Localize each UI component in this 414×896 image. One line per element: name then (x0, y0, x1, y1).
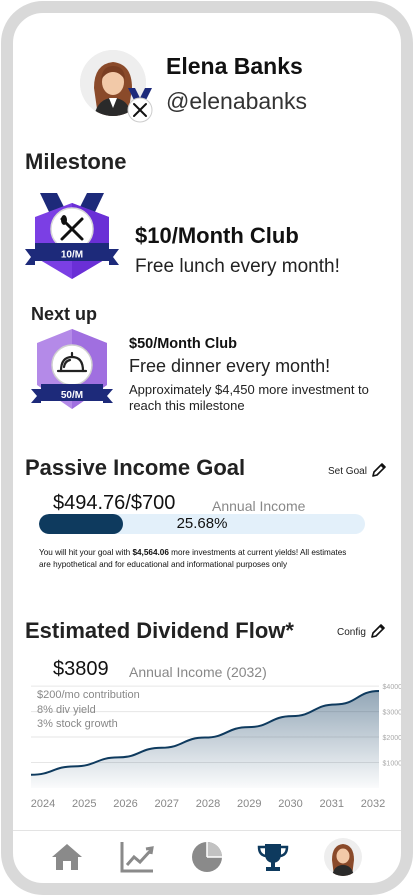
screen: Elena Banks @elenabanks Milestone 10/M $… (13, 13, 401, 883)
goal-amount: $494.76/$700 (53, 492, 176, 514)
y-tick-label: $2000 (383, 735, 401, 742)
goal-amount-label: Annual Income (212, 498, 306, 514)
home-icon (50, 842, 84, 877)
nav-performance[interactable] (117, 839, 157, 879)
nav-allocation[interactable] (187, 839, 227, 879)
x-tick-label: 2028 (196, 798, 220, 810)
x-tick-label: 2025 (72, 798, 96, 810)
nav-profile[interactable] (323, 837, 363, 881)
chart-icon (119, 840, 155, 879)
x-tick-label: 2027 (155, 798, 179, 810)
next-up-subtitle: Free dinner every month! (129, 356, 331, 376)
next-up-note: Approximately $4,450 more investment to … (129, 382, 369, 413)
goal-note-amount: $4,564.06 (132, 548, 169, 557)
pencil-icon (370, 623, 386, 642)
set-goal-label: Set Goal (328, 466, 367, 477)
x-tick-label: 2029 (237, 798, 261, 810)
bottom-nav (13, 830, 401, 883)
avatar (324, 837, 362, 881)
pie-chart-icon (191, 841, 223, 878)
goal-progress-text: 25.68% (176, 515, 228, 532)
dividend-flow-section-title: Estimated Dividend Flow* (25, 618, 294, 643)
goal-note: You will hit your goal with $4,564.06 mo… (39, 547, 359, 571)
y-tick-label: $4000 (383, 684, 401, 691)
assumption-yield: 8% div yield (37, 703, 96, 716)
x-tick-label: 2024 (31, 798, 55, 810)
passive-income-section-title: Passive Income Goal (25, 455, 246, 480)
next-up-title: $50/Month Club (129, 336, 237, 352)
profile-name: Elena Banks (166, 53, 303, 79)
dividend-flow-chart: $4000 $3000 $2000 $1000 2024 2025 2026 2027 202… (31, 684, 401, 810)
next-up-section-title: Next up (31, 304, 98, 324)
next-up-badge-label: 50/M (61, 390, 83, 401)
next-up-badge[interactable]: 50/M (31, 329, 113, 424)
config-button[interactable]: Config (337, 623, 386, 642)
x-tick-label: 2026 (113, 798, 137, 810)
chart-assumptions: $200/mo contribution 8% div yield 3% sto… (37, 688, 140, 732)
x-tick-label: 2030 (278, 798, 302, 810)
config-label: Config (337, 627, 366, 638)
nav-home[interactable] (47, 839, 87, 879)
x-tick-label: 2031 (320, 798, 344, 810)
y-tick-label: $3000 (383, 710, 401, 717)
y-tick-label: $1000 (383, 761, 401, 768)
set-goal-button[interactable]: Set Goal (328, 462, 387, 481)
profile-avatar[interactable] (80, 50, 153, 123)
assumption-contribution: $200/mo contribution (37, 689, 140, 701)
x-tick-label: 2032 (361, 798, 385, 810)
profile-handle: @elenabanks (166, 88, 307, 114)
goal-note-prefix: You will hit your goal with (39, 548, 133, 557)
milestone-title: $10/Month Club (135, 223, 299, 248)
pencil-icon (371, 462, 387, 481)
trophy-icon (256, 842, 290, 877)
phone-frame: Elena Banks @elenabanks Milestone 10/M $… (1, 1, 413, 895)
milestone-section-title: Milestone (25, 149, 127, 174)
milestone-mini-badge (125, 88, 155, 124)
milestone-badge[interactable]: 10/M (25, 193, 119, 290)
nav-achievements[interactable] (253, 839, 293, 879)
milestone-subtitle: Free lunch every month! (135, 256, 340, 277)
assumption-growth: 3% stock growth (37, 718, 118, 730)
milestone-badge-label: 10/M (61, 250, 83, 261)
